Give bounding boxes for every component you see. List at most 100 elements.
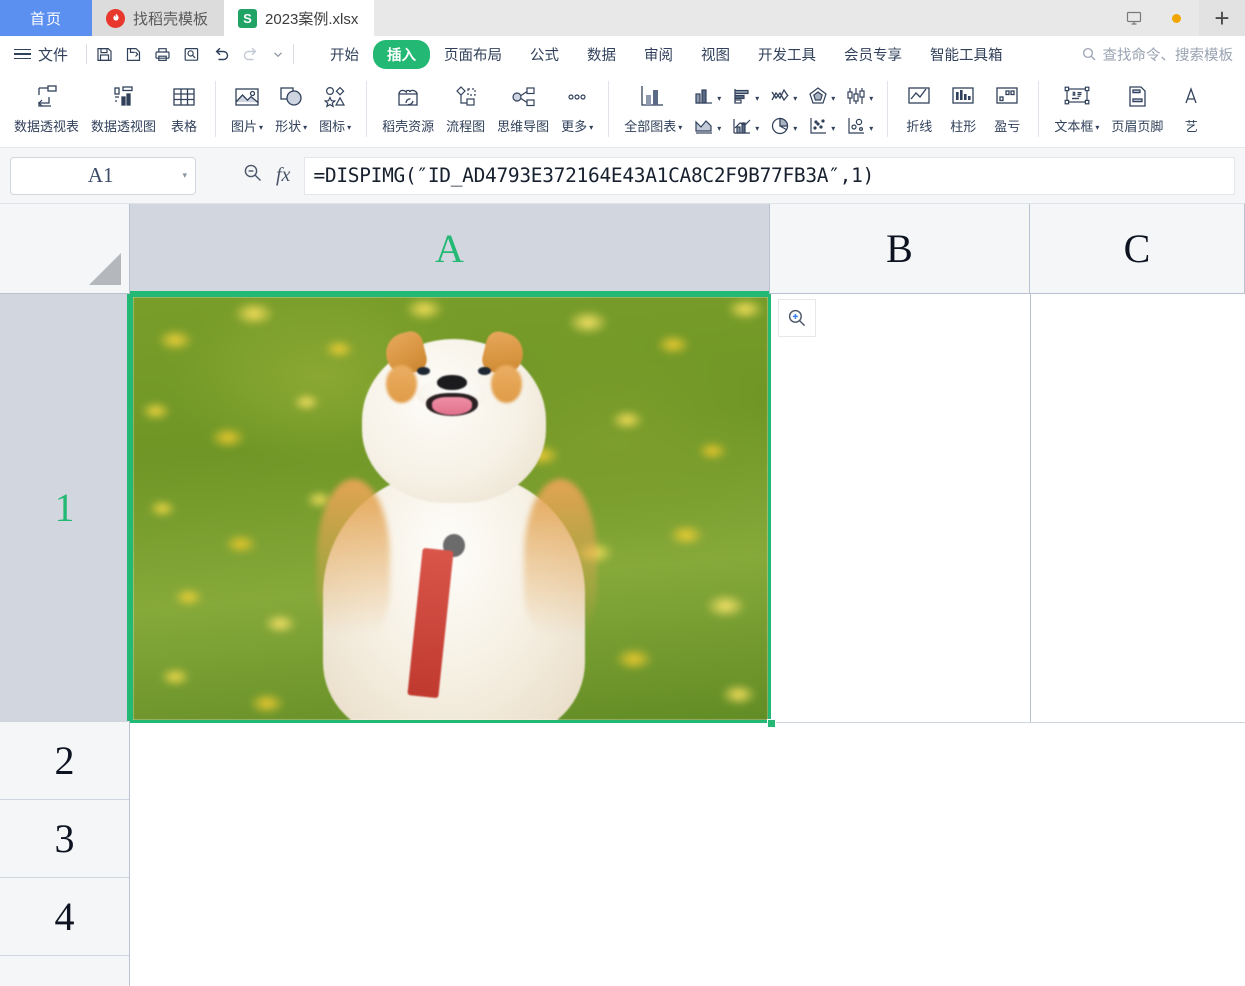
- radar-chart-button[interactable]: ▾: [802, 86, 840, 106]
- flowchart-icon: [451, 80, 481, 114]
- all-charts-label-text: 全部图表: [624, 119, 677, 134]
- table-label: 表格: [171, 119, 198, 134]
- mindmap-button[interactable]: 思维导图: [491, 77, 555, 135]
- chevron-down-icon: ▾: [717, 93, 722, 103]
- monitor-icon[interactable]: [1115, 0, 1153, 36]
- new-tab-button[interactable]: +: [1199, 0, 1245, 36]
- sparkline-column-button[interactable]: 柱形: [941, 77, 985, 135]
- column-header-label: C: [1123, 226, 1151, 271]
- chevron-down-icon[interactable]: ▾: [182, 170, 187, 181]
- embedded-image-corgi-dog[interactable]: [133, 297, 768, 720]
- ribbon-tab-label: 开始: [330, 47, 360, 64]
- app-menu-icon[interactable]: [14, 48, 31, 60]
- ribbon-tab-page-layout[interactable]: 页面布局: [430, 40, 516, 69]
- ribbon-tab-member[interactable]: 会员专享: [830, 40, 916, 69]
- icons-button[interactable]: 图标 ▾: [313, 77, 357, 135]
- box-plot-button[interactable]: ▾: [840, 86, 878, 106]
- sparkline-line-button[interactable]: 折线: [897, 77, 941, 135]
- header-footer-button[interactable]: 页眉页脚: [1105, 77, 1169, 135]
- row-header-4[interactable]: 4: [0, 878, 129, 956]
- wordart-button[interactable]: 艺: [1169, 77, 1213, 135]
- combo-chart-button[interactable]: ▾: [726, 116, 764, 136]
- picture-button[interactable]: 图片 ▾: [225, 77, 269, 135]
- area-chart-button[interactable]: ▾: [688, 116, 726, 136]
- ribbon-tab-insert[interactable]: 插入: [373, 39, 431, 69]
- sparkline-column-label: 柱形: [950, 119, 977, 134]
- select-all-corner[interactable]: [0, 204, 130, 293]
- save-icon[interactable]: [95, 45, 114, 64]
- row-header-5[interactable]: [0, 956, 129, 986]
- all-charts-button[interactable]: 全部图表 ▾: [618, 77, 688, 135]
- print-preview-icon[interactable]: [182, 45, 201, 64]
- more-label: 更多 ▾: [561, 116, 593, 135]
- image-zoom-in-button[interactable]: [778, 299, 816, 337]
- bubble-chart-icon: [848, 118, 865, 134]
- row-header-2[interactable]: 2: [0, 722, 129, 800]
- chevron-down-icon: ▾: [831, 93, 836, 103]
- chevron-down-icon: ▾: [303, 123, 308, 132]
- search-commands-box[interactable]: 查找命令、搜索模板: [1081, 44, 1245, 65]
- docer-resource-label: 稻壳资源: [382, 119, 435, 134]
- ribbon-tab-label: 数据: [587, 47, 617, 64]
- home-tab[interactable]: 首页: [0, 0, 92, 36]
- ribbon-tab-data[interactable]: 数据: [573, 40, 630, 69]
- area-chart-icon: [695, 120, 713, 134]
- print-icon[interactable]: [153, 45, 172, 64]
- icons-icon: [320, 80, 350, 114]
- textbox-button[interactable]: 文本框 ▾: [1048, 77, 1105, 135]
- ribbon-tab-review[interactable]: 审阅: [630, 40, 687, 69]
- ribbon-group-text: 文本框 ▾ 页眉页脚 艺: [1048, 77, 1213, 145]
- pie-chart-button[interactable]: ▾: [764, 116, 802, 136]
- chevron-down-icon: ▾: [869, 93, 874, 103]
- table-icon: [170, 80, 198, 114]
- sparkline-winloss-button[interactable]: 盈亏: [985, 77, 1029, 135]
- empty-cells-region[interactable]: [130, 723, 1245, 986]
- fill-handle[interactable]: [767, 719, 776, 728]
- column-header-c[interactable]: C: [1030, 204, 1245, 293]
- redo-icon[interactable]: [241, 44, 261, 64]
- shapes-label-text: 形状: [275, 119, 302, 134]
- divider: [887, 81, 889, 137]
- docer-resource-button[interactable]: 稻壳资源: [376, 77, 440, 135]
- row-header-3[interactable]: 3: [0, 800, 129, 878]
- save-as-icon[interactable]: [124, 45, 143, 64]
- status-dot-badge[interactable]: [1157, 0, 1195, 36]
- shapes-button[interactable]: 形状 ▾: [269, 77, 313, 135]
- column-chart-button[interactable]: ▾: [688, 86, 726, 106]
- ribbon-tab-formulas[interactable]: 公式: [516, 40, 573, 69]
- file-menu-button[interactable]: 文件: [38, 44, 68, 65]
- dog-shoulder-right: [523, 479, 597, 636]
- column-header-label: B: [886, 226, 913, 271]
- column-header-b[interactable]: B: [770, 204, 1030, 293]
- zoom-out-icon[interactable]: [242, 162, 264, 189]
- bar-chart-button[interactable]: ▾: [726, 86, 764, 106]
- docer-resource-icon: [393, 80, 423, 114]
- name-box[interactable]: A1 ▾: [10, 156, 196, 195]
- scatter-chart-button[interactable]: ▾: [802, 116, 840, 136]
- bubble-chart-button[interactable]: ▾: [840, 116, 878, 136]
- ribbon-tab-developer[interactable]: 开发工具: [744, 40, 830, 69]
- formula-input[interactable]: =DISPIMG(″ID_AD4793E372164E43A1CA8C2F9B7…: [304, 156, 1235, 195]
- textbox-label: 文本框 ▾: [1054, 116, 1099, 135]
- flowchart-label: 流程图: [446, 119, 486, 134]
- undo-icon[interactable]: [211, 44, 231, 64]
- cell-a1-selected[interactable]: [130, 294, 771, 723]
- more-button[interactable]: 更多 ▾: [555, 77, 599, 135]
- flowchart-button[interactable]: 流程图: [440, 77, 491, 135]
- stock-chart-button[interactable]: ▾: [764, 86, 802, 106]
- ribbon-tab-list: 开始 插入 页面布局 公式 数据 审阅 视图 开发工具 会员专享 智能工具箱: [316, 39, 1017, 69]
- customize-toolbar-caret[interactable]: [271, 47, 285, 61]
- divider: [86, 44, 88, 64]
- quick-access-toolbar: [95, 44, 285, 64]
- ribbon-tab-start[interactable]: 开始: [316, 40, 373, 69]
- ribbon-tab-view[interactable]: 视图: [687, 40, 744, 69]
- pivot-table-button[interactable]: 数据透视表: [8, 77, 85, 135]
- tab-2023-case-xlsx[interactable]: S 2023案例.xlsx: [224, 0, 375, 36]
- row-header-1[interactable]: 1: [0, 294, 130, 722]
- tab-docer-templates[interactable]: 找稻壳模板: [92, 0, 225, 36]
- search-placeholder: 查找命令、搜索模板: [1102, 47, 1234, 64]
- column-header-a[interactable]: A: [130, 204, 770, 294]
- table-button[interactable]: 表格: [162, 77, 206, 135]
- pivot-chart-button[interactable]: 数据透视图: [85, 77, 162, 135]
- ribbon-tab-smart-toolbox[interactable]: 智能工具箱: [916, 40, 1017, 69]
